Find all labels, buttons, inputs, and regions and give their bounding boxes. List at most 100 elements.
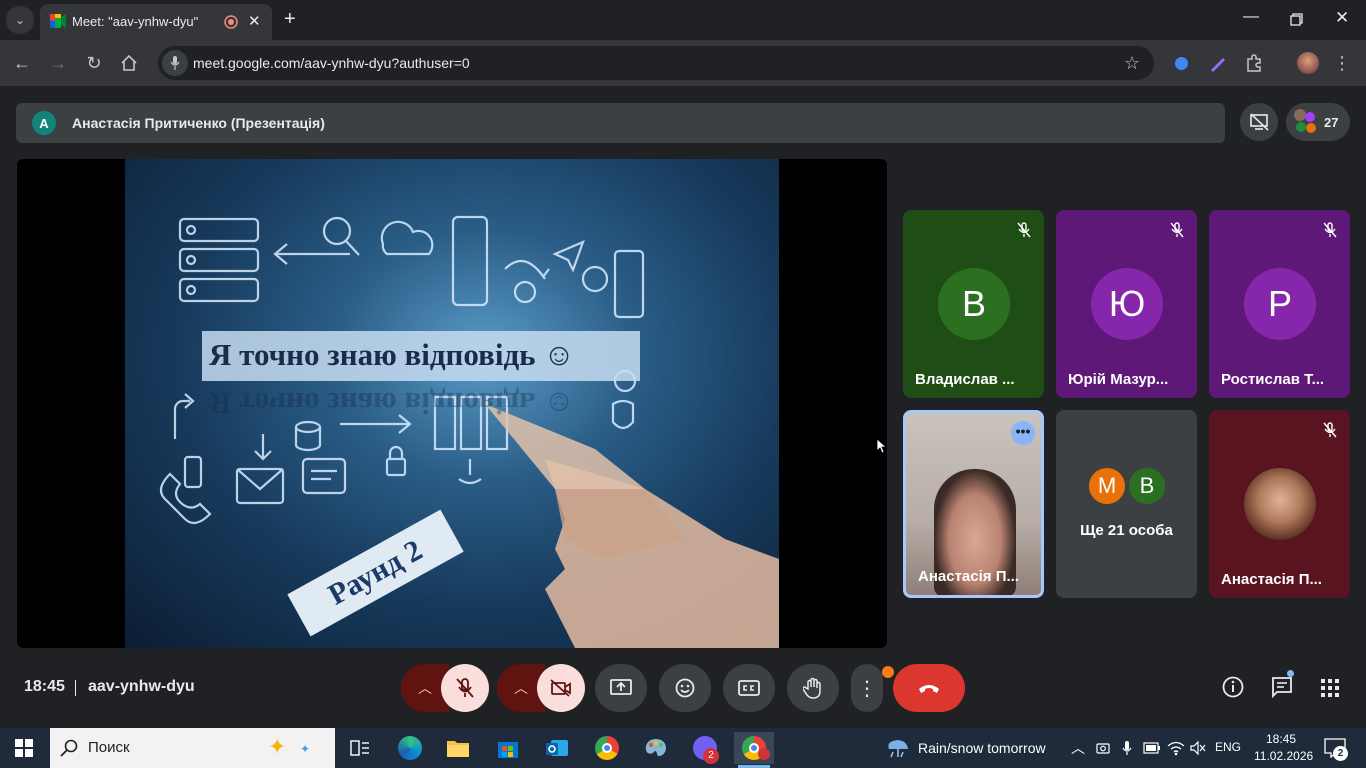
taskbar-time[interactable]: 18:45: [1266, 732, 1296, 746]
hand-icon: [803, 677, 821, 699]
taskbar-chrome-active[interactable]: [734, 732, 774, 764]
search-highlight-sparkle-icon: ✦: [268, 734, 287, 759]
taskbar-edge[interactable]: [390, 732, 430, 764]
present-screen-button[interactable]: [595, 664, 647, 712]
participant-tile[interactable]: Р Ростислав Т...: [1209, 210, 1350, 398]
microphone-in-use-icon[interactable]: [1121, 740, 1133, 756]
restore-icon[interactable]: [1290, 13, 1303, 26]
volume-muted-icon[interactable]: [1190, 741, 1206, 755]
participant-tile[interactable]: В Владислав ...: [903, 210, 1044, 398]
participant-tile[interactable]: Ю Юрій Мазур...: [1056, 210, 1197, 398]
weather-text[interactable]: Rain/snow tomorrow: [918, 740, 1046, 756]
taskbar-store[interactable]: [488, 732, 528, 764]
participant-avatar: Ю: [1091, 268, 1163, 340]
address-bar[interactable]: meet.google.com/aav-ynhw-dyu?authuser=0 …: [158, 46, 1154, 80]
back-icon[interactable]: ←: [8, 49, 36, 77]
palette-icon: [645, 739, 666, 757]
home-icon[interactable]: [120, 54, 138, 72]
taskbar-task-view[interactable]: [340, 732, 380, 764]
participant-mini-avatar: [1306, 123, 1316, 133]
url-text: meet.google.com/aav-ynhw-dyu?authuser=0: [193, 55, 470, 71]
chat-icon[interactable]: [1271, 676, 1293, 698]
participant-avatar: Р: [1244, 268, 1316, 340]
presenter-label: Анастасія Притиченко (Презентація): [72, 115, 325, 131]
taskbar-viber[interactable]: 2: [685, 732, 725, 764]
tab-title: Meet: "aav-ynhw-dyu": [72, 14, 199, 29]
profile-avatar[interactable]: [1297, 52, 1319, 74]
participant-tile[interactable]: Анастасія П...: [1209, 410, 1350, 598]
participant-mini-avatar: [1305, 112, 1315, 122]
folder-icon: [447, 741, 469, 757]
store-icon: [498, 742, 518, 758]
participants-button[interactable]: 27: [1286, 103, 1350, 141]
participant-mini-avatar: [1296, 122, 1306, 132]
outlook-icon: [546, 740, 568, 756]
presentation-stage: Я точно знаю відповідь ☺ Я точно знаю ві…: [17, 159, 887, 648]
tray-overflow-chevron-icon[interactable]: ︿: [1071, 738, 1085, 758]
muted-mic-icon: [1318, 218, 1342, 242]
task-view-icon: [350, 740, 369, 756]
taskbar-file-explorer[interactable]: [438, 732, 478, 764]
meeting-info-icon[interactable]: [1222, 676, 1244, 698]
participant-photo-avatar: [1244, 468, 1316, 540]
activities-grid-icon[interactable]: [1321, 679, 1339, 697]
microphone-toggle-button[interactable]: [441, 664, 489, 712]
hide-presentation-button[interactable]: [1240, 103, 1278, 141]
extension-blue-dot-icon[interactable]: [1175, 57, 1188, 70]
forward-icon[interactable]: →: [44, 49, 72, 77]
chat-unread-dot: [1287, 670, 1294, 677]
captions-button[interactable]: [723, 664, 775, 712]
chevron-up-icon: ︿: [514, 680, 528, 696]
divider: [75, 680, 76, 696]
participant-options-button[interactable]: •••: [1011, 421, 1035, 445]
browser-menu-icon[interactable]: ⋮: [1328, 49, 1356, 77]
camera-toggle-button[interactable]: [537, 664, 585, 712]
input-language[interactable]: ENG: [1215, 740, 1241, 754]
taskbar-date[interactable]: 11.02.2026: [1254, 749, 1313, 763]
tab-close-icon[interactable]: ✕: [248, 12, 261, 30]
participant-tile[interactable]: М В Ще 21 особа: [1056, 410, 1197, 598]
chrome-icon: [595, 736, 619, 760]
slide-title-reflection: Я точно знаю відповідь ☺: [209, 386, 575, 421]
participant-name: Ростислав Т...: [1221, 371, 1325, 388]
taskbar-outlook[interactable]: [537, 732, 577, 764]
notification-count-badge: 2: [1333, 746, 1348, 761]
search-placeholder: Поиск: [88, 739, 130, 756]
raise-hand-button[interactable]: [787, 664, 839, 712]
captions-icon: [738, 680, 760, 696]
taskbar-chrome[interactable]: [587, 732, 627, 764]
muted-mic-icon: [1012, 218, 1036, 242]
recording-badge: [758, 748, 770, 760]
edge-icon: [398, 736, 422, 760]
participant-avatar: В: [938, 268, 1010, 340]
tab-search-chevron-icon[interactable]: ⌄: [6, 6, 34, 34]
weather-rain-icon[interactable]: [886, 737, 910, 759]
camera-in-use-icon[interactable]: [1096, 741, 1110, 755]
reactions-button[interactable]: [659, 664, 711, 712]
extension-pen-icon[interactable]: [1209, 54, 1227, 72]
emoji-icon: [675, 678, 695, 698]
browser-tab-meet[interactable]: Meet: "aav-ynhw-dyu" ✕: [40, 4, 272, 40]
search-icon: [60, 739, 78, 757]
reload-icon[interactable]: ↻: [80, 49, 108, 77]
minimize-icon[interactable]: —: [1243, 8, 1259, 26]
participant-avatar: В: [1127, 466, 1167, 506]
bookmark-star-icon[interactable]: ☆: [1124, 53, 1140, 74]
mic-indicator-icon[interactable]: [162, 50, 188, 76]
taskbar-search-box[interactable]: Поиск ✦ ✦: [50, 728, 335, 768]
taskbar-paint[interactable]: [636, 732, 676, 764]
wifi-icon[interactable]: [1167, 740, 1185, 756]
more-options-button[interactable]: ⋮: [851, 664, 883, 712]
participant-tile[interactable]: ••• Анастасія П...: [903, 410, 1044, 598]
extensions-puzzle-icon[interactable]: [1245, 54, 1263, 72]
slide-title: Я точно знаю відповідь ☺: [209, 337, 575, 372]
muted-mic-icon: [1318, 418, 1342, 442]
windows-start-icon[interactable]: [15, 739, 33, 757]
leave-call-button[interactable]: [893, 664, 965, 712]
close-window-icon[interactable]: ✕: [1335, 8, 1349, 28]
viber-badge: 2: [703, 748, 719, 764]
meet-favicon-icon: [50, 14, 66, 28]
participant-name: Ще 21 особа: [1080, 522, 1173, 539]
new-tab-icon[interactable]: +: [284, 8, 296, 31]
battery-icon[interactable]: [1143, 742, 1161, 754]
